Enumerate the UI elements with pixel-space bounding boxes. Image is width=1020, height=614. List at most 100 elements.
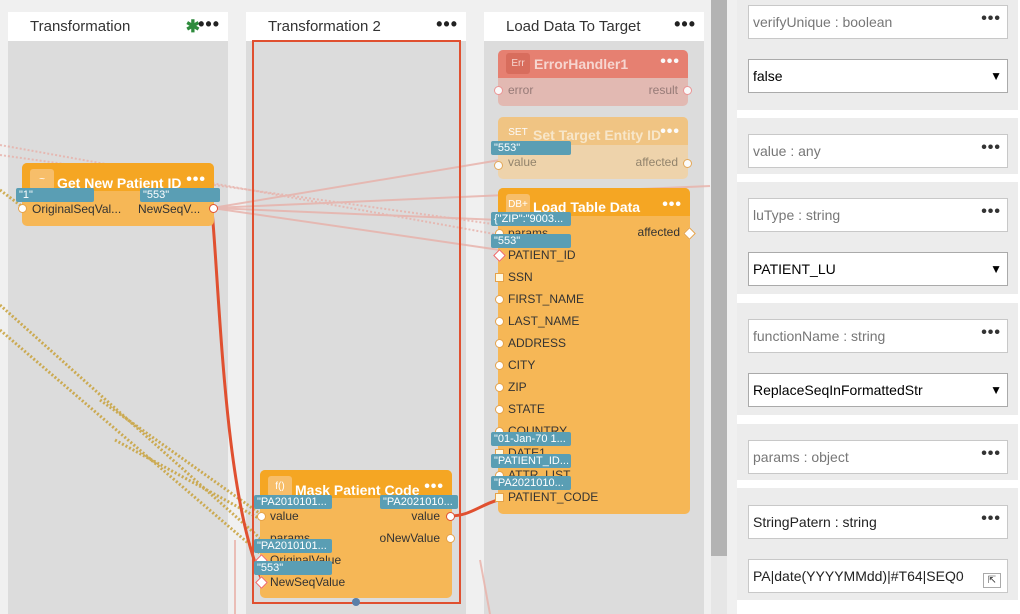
port-pin[interactable]	[495, 405, 504, 414]
more-icon[interactable]: •••	[424, 478, 444, 496]
port-pin[interactable]	[446, 512, 455, 521]
more-icon[interactable]: •••	[981, 10, 1001, 28]
lane-title: Transformation	[30, 18, 131, 35]
port-pin[interactable]	[257, 512, 266, 521]
port-pin[interactable]	[495, 339, 504, 348]
port-ssn: SSN	[508, 270, 533, 284]
more-icon[interactable]: •••	[674, 14, 696, 35]
port-pin[interactable]	[495, 295, 504, 304]
more-icon[interactable]: •••	[981, 203, 1001, 221]
prop-label: value : any	[753, 143, 821, 159]
more-icon[interactable]: •••	[981, 324, 1001, 342]
chevron-down-icon: ▼	[990, 262, 1002, 276]
prop-label: verifyUnique : boolean	[753, 14, 893, 30]
port-last-name: LAST_NAME	[508, 314, 580, 328]
value-tag: "PATIENT_ID...	[491, 454, 571, 468]
value-tag: "PA2021010...	[491, 476, 571, 490]
node-mask-patient-code[interactable]: f() Mask Patient Code ••• value params O…	[255, 470, 455, 598]
port-zip: ZIP	[508, 380, 527, 394]
port-new-seq-value: NewSeqValue	[270, 575, 346, 589]
port-pin[interactable]	[495, 493, 504, 502]
more-icon[interactable]: •••	[436, 14, 458, 35]
port-pin[interactable]	[495, 317, 504, 326]
value-tag: "553"	[491, 141, 571, 155]
port-value: value	[270, 509, 299, 523]
more-icon[interactable]: •••	[186, 171, 206, 189]
port-affected: affected	[635, 155, 678, 169]
lane-title: Load Data To Target	[506, 18, 641, 35]
value-tag: "PA2021010...	[380, 495, 458, 509]
select-value: PATIENT_LU	[753, 261, 836, 277]
port-address: ADDRESS	[508, 336, 567, 350]
string-patern-input[interactable]: PA|date(YYYYMMdd)|#T64|SEQ0 ⇱	[748, 559, 1008, 593]
port-out-new-value: oNewValue	[379, 531, 440, 545]
select-value: ReplaceSeqInFormattedStr	[753, 382, 923, 398]
port-city: CITY	[508, 358, 536, 372]
node-header: f() Mask Patient Code •••	[260, 470, 452, 498]
more-icon[interactable]: •••	[981, 510, 1001, 528]
port-original-seq: OriginalSeqVal...	[32, 202, 122, 216]
value-tag: "553"	[254, 561, 332, 575]
error-icon: Err	[506, 53, 530, 74]
port-out-value: value	[411, 509, 440, 523]
set-icon: SET	[506, 122, 530, 143]
port-pin[interactable]	[494, 86, 503, 95]
port-pin[interactable]	[495, 273, 504, 282]
prop-label: luType : string	[753, 207, 841, 223]
port-pin[interactable]	[494, 161, 503, 170]
node-title: ErrorHandler1	[534, 56, 629, 72]
more-icon[interactable]: •••	[981, 445, 1001, 463]
port-pin[interactable]	[495, 361, 504, 370]
value-tag: "1"	[16, 188, 94, 202]
lane-header: Transformation 2 •••	[246, 12, 466, 41]
port-new-seq: NewSeqV...	[138, 202, 201, 216]
prop-label-field: StringPatern : string •••	[748, 505, 1008, 539]
more-icon[interactable]: •••	[198, 14, 220, 35]
port-pin[interactable]	[209, 204, 218, 213]
port-state: STATE	[508, 402, 545, 416]
node-header: ~ Get New Patient ID •••	[22, 163, 214, 191]
value-tag: {"ZIP":"9003...	[491, 212, 571, 226]
more-icon[interactable]: •••	[981, 139, 1001, 157]
lu-type-select[interactable]: PATIENT_LU ▼	[748, 252, 1008, 286]
canvas-scrollbar-thumb[interactable]	[711, 0, 727, 556]
lane-title: Transformation 2	[268, 18, 381, 35]
chevron-down-icon: ▼	[990, 69, 1002, 83]
port-value: value	[508, 155, 537, 169]
prop-label-field: params : object •••	[748, 440, 1008, 474]
verify-unique-select[interactable]: false ▼	[748, 59, 1008, 93]
port-affected: affected	[637, 225, 680, 239]
port-pin[interactable]	[683, 86, 692, 95]
port-error: error	[508, 83, 534, 97]
port-pin[interactable]	[495, 383, 504, 392]
prop-label: params : object	[753, 449, 849, 465]
prop-label-field: luType : string •••	[748, 198, 1008, 232]
prop-label: functionName : string	[753, 328, 886, 344]
more-icon[interactable]: •••	[660, 53, 680, 71]
value-tag: "PA2010101...	[254, 495, 332, 509]
port-pin[interactable]	[683, 159, 692, 168]
prop-label-field: verifyUnique : boolean •••	[748, 5, 1008, 39]
prop-label: StringPatern : string	[753, 514, 877, 530]
port-patient-id: PATIENT_ID	[508, 248, 576, 262]
input-value: PA|date(YYYYMMdd)|#T64|SEQ0	[753, 568, 964, 584]
port-patient-code: PATIENT_CODE	[508, 490, 599, 504]
node-header: Err ErrorHandler1 •••	[498, 50, 688, 78]
chevron-down-icon: ▼	[990, 383, 1002, 397]
expand-icon[interactable]: ⇱	[983, 573, 1001, 588]
port-pin[interactable]	[18, 204, 27, 213]
sequence-icon: ~	[30, 169, 54, 190]
port-pin[interactable]	[446, 534, 455, 543]
value-tag: "PA2010101...	[254, 539, 332, 553]
port-first-name: FIRST_NAME	[508, 292, 585, 306]
prop-label-field: functionName : string •••	[748, 319, 1008, 353]
more-icon[interactable]: •••	[660, 123, 680, 141]
more-icon[interactable]: •••	[662, 196, 682, 214]
flow-canvas[interactable]: Transformation ✱ ••• Transformation 2 ••…	[0, 0, 727, 614]
lane-header: Transformation ✱ •••	[8, 12, 228, 41]
value-tag: "553"	[140, 188, 220, 202]
prop-label-field: value : any •••	[748, 134, 1008, 168]
lane-transformation: Transformation ✱ •••	[8, 12, 228, 614]
function-name-select[interactable]: ReplaceSeqInFormattedStr ▼	[748, 373, 1008, 407]
node-error-handler[interactable]: Err ErrorHandler1 ••• error result	[494, 50, 692, 106]
